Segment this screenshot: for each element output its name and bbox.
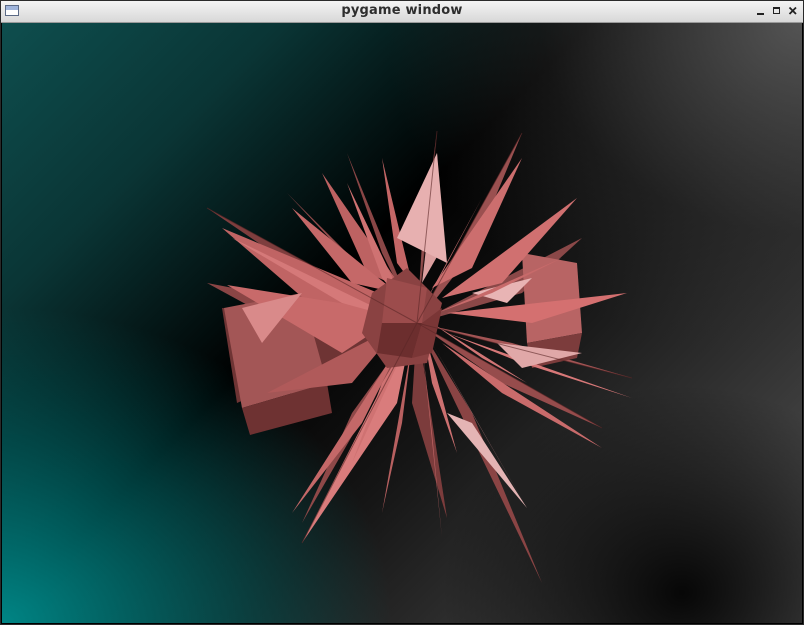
minimize-icon [757, 13, 764, 15]
title-bar[interactable]: pygame window [1, 1, 803, 23]
pygame-window: pygame window [0, 0, 804, 625]
render-canvas[interactable] [2, 23, 802, 623]
close-button[interactable] [786, 4, 800, 18]
maximize-button[interactable] [770, 4, 784, 18]
window-title: pygame window [341, 3, 463, 18]
close-icon [788, 6, 797, 15]
maximize-icon [773, 7, 780, 14]
minimize-button[interactable] [754, 4, 768, 18]
stellated-polyhedron [206, 130, 633, 583]
